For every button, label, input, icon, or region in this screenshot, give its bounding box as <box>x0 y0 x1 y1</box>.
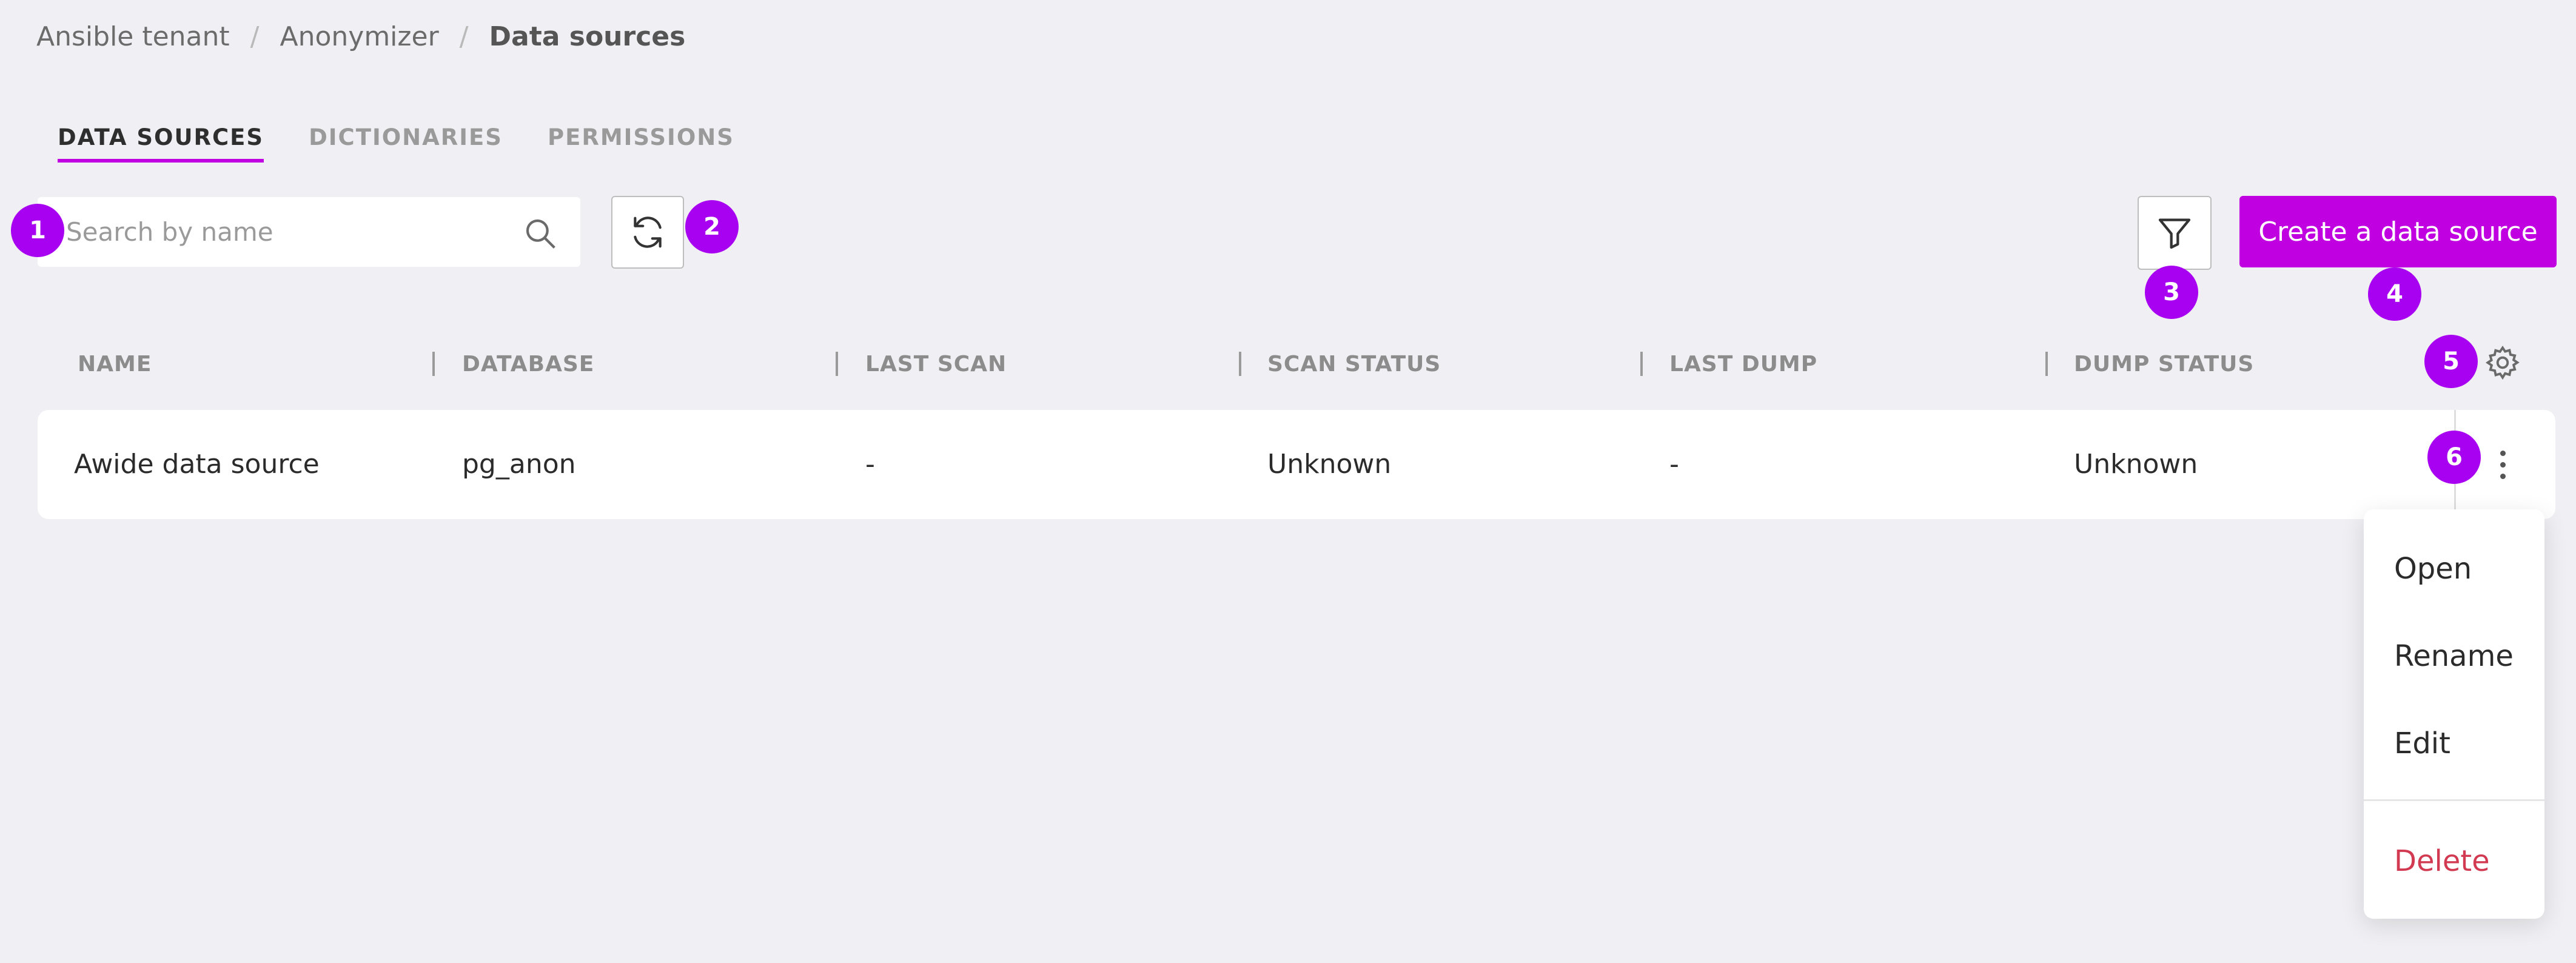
annotation-badge-1: 1 <box>11 204 64 257</box>
breadcrumb-separator: / <box>250 21 260 52</box>
kebab-dot <box>2500 461 2506 468</box>
tab-permissions[interactable]: PERMISSIONS <box>548 124 734 163</box>
row-actions-dropdown: Open Rename Edit Delete <box>2364 509 2544 919</box>
annotation-badge-5: 5 <box>2424 335 2478 388</box>
column-header-scan-status[interactable]: SCAN STATUS <box>1267 352 1441 377</box>
column-divider[interactable] <box>836 352 838 376</box>
column-divider[interactable] <box>1239 352 1241 376</box>
column-header-last-dump[interactable]: LAST DUMP <box>1669 352 1817 377</box>
filter-icon <box>2158 218 2191 249</box>
table-header: NAME DATABASE LAST SCAN SCAN STATUS LAST… <box>38 346 2555 382</box>
breadcrumb-anonymizer[interactable]: Anonymizer <box>280 21 438 52</box>
annotation-badge-6: 6 <box>2427 431 2481 484</box>
cell-name: Awide data source <box>74 449 320 480</box>
search-input[interactable] <box>65 216 492 247</box>
annotation-badge-4: 4 <box>2368 267 2421 321</box>
breadcrumb-separator: / <box>459 21 469 52</box>
column-header-dump-status[interactable]: DUMP STATUS <box>2074 352 2254 377</box>
search-box <box>38 197 580 267</box>
column-divider[interactable] <box>2045 352 2048 376</box>
row-actions-menu-button[interactable] <box>2494 437 2512 492</box>
column-header-name[interactable]: NAME <box>78 352 152 377</box>
kebab-dot <box>2500 450 2506 456</box>
tab-data-sources[interactable]: DATA SOURCES <box>58 124 264 163</box>
column-divider[interactable] <box>432 352 435 376</box>
gear-icon[interactable] <box>2484 344 2521 381</box>
menu-item-delete[interactable]: Delete <box>2394 844 2490 878</box>
cell-last-scan: - <box>865 449 875 480</box>
table-row[interactable]: Awide data source pg_anon - Unknown - Un… <box>38 410 2555 519</box>
tab-bar: DATA SOURCES DICTIONARIES PERMISSIONS <box>58 124 734 163</box>
cell-scan-status: Unknown <box>1267 449 1392 480</box>
breadcrumb-tenant[interactable]: Ansible tenant <box>36 21 230 52</box>
refresh-icon <box>634 216 662 248</box>
column-header-database[interactable]: DATABASE <box>462 352 594 377</box>
tab-dictionaries[interactable]: DICTIONARIES <box>309 124 503 163</box>
refresh-button[interactable] <box>611 196 684 269</box>
cell-last-dump: - <box>1669 449 1679 480</box>
column-header-last-scan[interactable]: LAST SCAN <box>865 352 1007 377</box>
cell-dump-status: Unknown <box>2074 449 2198 480</box>
menu-item-edit[interactable]: Edit <box>2394 726 2450 760</box>
annotation-badge-3: 3 <box>2145 266 2198 319</box>
menu-item-open[interactable]: Open <box>2394 552 2472 586</box>
menu-divider <box>2364 799 2544 801</box>
create-data-source-button[interactable]: Create a data source <box>2239 196 2557 267</box>
kebab-dot <box>2500 473 2506 479</box>
annotation-badge-2: 2 <box>685 200 739 253</box>
filter-button[interactable] <box>2138 196 2212 270</box>
column-divider[interactable] <box>1640 352 1643 376</box>
breadcrumb: Ansible tenant / Anonymizer / Data sourc… <box>36 18 685 55</box>
breadcrumb-current: Data sources <box>489 21 686 52</box>
cell-database: pg_anon <box>462 449 576 480</box>
menu-item-rename[interactable]: Rename <box>2394 639 2514 673</box>
search-icon[interactable] <box>523 216 557 250</box>
